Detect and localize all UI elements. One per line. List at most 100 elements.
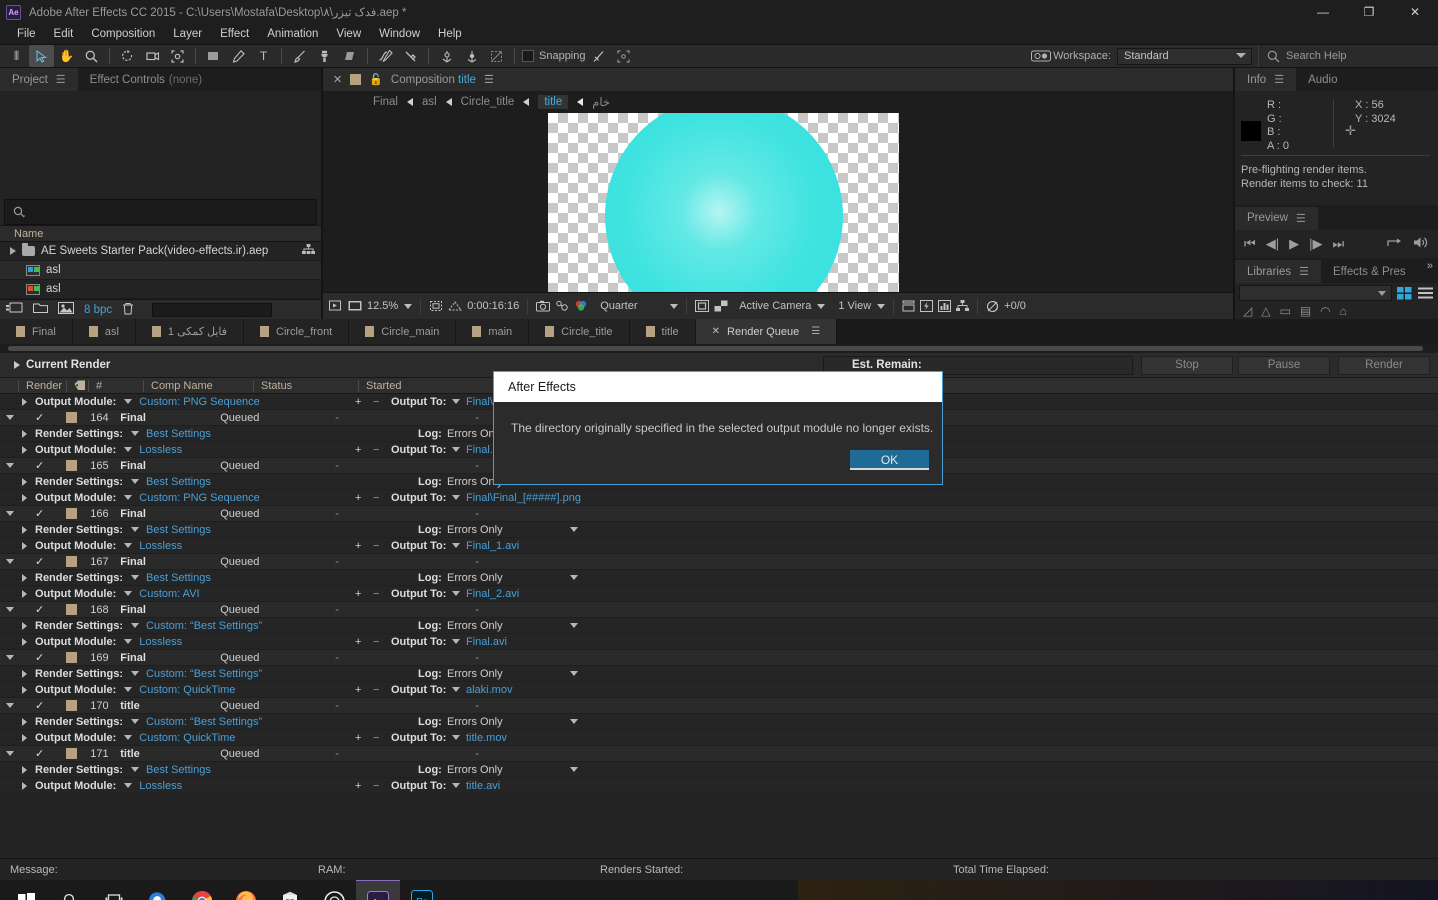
breadcrumb-item-final[interactable]: Final bbox=[373, 96, 398, 108]
first-frame-icon[interactable]: ⏮ bbox=[1244, 236, 1256, 252]
project-column-header[interactable]: Name bbox=[0, 225, 321, 242]
render-settings-value[interactable]: Custom: “Best Settings” bbox=[146, 620, 262, 632]
tab-info[interactable]: Info ☰ bbox=[1235, 68, 1297, 91]
render-checkbox[interactable]: ✓ bbox=[35, 747, 44, 760]
render-settings-value[interactable]: Best Settings bbox=[146, 764, 211, 776]
disclosure-triangle-icon[interactable] bbox=[22, 493, 27, 502]
disclosure-triangle-icon[interactable] bbox=[22, 573, 27, 582]
views-select[interactable]: 1 View bbox=[838, 300, 886, 312]
tab-main[interactable]: main bbox=[456, 319, 530, 344]
render-queue-comp-row[interactable]: ✓ 168 Final Queued - - bbox=[0, 602, 1438, 618]
snap-arrow-icon[interactable] bbox=[586, 45, 611, 67]
chevron-down-icon[interactable] bbox=[452, 591, 460, 596]
render-settings-value[interactable]: Custom: “Best Settings” bbox=[146, 668, 262, 680]
play-icon[interactable]: ▶ bbox=[1289, 236, 1299, 252]
shape-icon-1[interactable]: ◿ bbox=[1243, 304, 1252, 318]
panel-menu-icon[interactable]: ☰ bbox=[811, 326, 820, 337]
disclosure-triangle-icon[interactable] bbox=[22, 733, 27, 742]
overflow-chevron-icon[interactable]: » bbox=[1427, 260, 1438, 283]
render-queue-comp-row[interactable]: ✓ 167 Final Queued - - bbox=[0, 554, 1438, 570]
chevron-down-icon[interactable] bbox=[570, 575, 578, 580]
last-frame-icon[interactable]: ⏭ bbox=[1332, 236, 1344, 252]
remove-output-icon[interactable]: − bbox=[373, 732, 379, 744]
tab-title[interactable]: title bbox=[629, 319, 696, 344]
eraser-tool-icon[interactable] bbox=[337, 45, 362, 67]
disclosure-triangle-icon[interactable] bbox=[22, 589, 27, 598]
render-queue-output-row[interactable]: Output Module: Lossless + − Output To: title.… bbox=[0, 778, 1438, 794]
pen-tool-icon[interactable] bbox=[226, 45, 251, 67]
render-queue-output-row[interactable]: Output Module: Lossless + − Output To: Final_… bbox=[0, 538, 1438, 554]
tab-project[interactable]: Project ☰ bbox=[0, 68, 78, 91]
chrome-icon[interactable] bbox=[180, 880, 224, 900]
panel-menu-icon[interactable]: ☰ bbox=[56, 73, 66, 86]
search-help-field[interactable]: Search Help bbox=[1258, 45, 1438, 67]
render-queue-comp-row[interactable]: ✓ 166 Final Queued - - bbox=[0, 506, 1438, 522]
render-button[interactable]: Render bbox=[1338, 356, 1430, 375]
reset-exposure-icon[interactable] bbox=[986, 300, 999, 313]
disclosure-triangle-icon[interactable] bbox=[6, 463, 14, 468]
col-started[interactable]: Started bbox=[358, 379, 493, 392]
task-view-icon[interactable] bbox=[92, 880, 136, 900]
selection-tool-icon[interactable] bbox=[29, 45, 54, 67]
panel-menu-icon[interactable]: ☰ bbox=[1299, 265, 1309, 278]
menu-file[interactable]: File bbox=[8, 24, 45, 44]
chevron-down-icon[interactable] bbox=[452, 687, 460, 692]
snapping-checkbox[interactable] bbox=[522, 50, 534, 62]
render-checkbox[interactable]: ✓ bbox=[35, 603, 44, 616]
pixel-aspect-correction-icon[interactable] bbox=[902, 300, 915, 312]
project-item-folder[interactable]: AE Sweets Starter Pack(video-effects.ir)… bbox=[0, 242, 321, 261]
disclosure-triangle-icon[interactable] bbox=[22, 445, 27, 454]
list-view-icon[interactable] bbox=[1417, 286, 1434, 301]
menu-layer[interactable]: Layer bbox=[164, 24, 211, 44]
disclosure-triangle-icon[interactable] bbox=[22, 541, 27, 550]
render-queue-settings-row[interactable]: Render Settings: Best Settings Log: Errors … bbox=[0, 570, 1438, 586]
shape-icon-2[interactable]: △ bbox=[1261, 304, 1270, 318]
previous-frame-icon[interactable]: ◀| bbox=[1266, 236, 1279, 252]
breadcrumb-item-title[interactable]: title bbox=[538, 95, 569, 109]
output-path-value[interactable]: title.avi bbox=[466, 780, 500, 792]
toggle-transparency-grid-icon[interactable] bbox=[714, 300, 728, 312]
color-depth-label[interactable]: 8 bpc bbox=[84, 304, 112, 316]
col-render[interactable]: Render bbox=[18, 379, 66, 392]
show-snapshot-icon[interactable] bbox=[555, 300, 569, 312]
output-module-value[interactable]: Custom: QuickTime bbox=[139, 732, 235, 744]
add-output-icon[interactable]: + bbox=[355, 444, 361, 456]
output-path-value[interactable]: Final.avi bbox=[466, 636, 507, 648]
grip-handle[interactable]: ⦀ bbox=[4, 45, 29, 67]
anchor-point-alt-icon[interactable] bbox=[459, 45, 484, 67]
add-output-icon[interactable]: + bbox=[355, 396, 361, 408]
chevron-down-icon[interactable] bbox=[131, 479, 140, 484]
panel-menu-icon[interactable]: ☰ bbox=[1296, 212, 1306, 225]
render-queue-settings-row[interactable]: Render Settings: Custom: “Best Settings” L… bbox=[0, 714, 1438, 730]
render-queue-output-row[interactable]: Output Module: Custom: QuickTime + − Output … bbox=[0, 730, 1438, 746]
chevron-down-icon[interactable] bbox=[131, 575, 140, 580]
render-checkbox[interactable]: ✓ bbox=[35, 507, 44, 520]
maximize-button[interactable]: ❐ bbox=[1346, 0, 1392, 24]
render-queue-comp-row[interactable]: ✓ 171 title Queued - - bbox=[0, 746, 1438, 762]
breadcrumb-item-asl[interactable]: asl bbox=[422, 96, 437, 108]
remove-output-icon[interactable]: − bbox=[373, 684, 379, 696]
col-number[interactable]: # bbox=[88, 379, 143, 392]
breadcrumb-item-circle-title[interactable]: Circle_title bbox=[461, 96, 515, 108]
chevron-down-icon[interactable] bbox=[452, 639, 460, 644]
disclosure-triangle-icon[interactable] bbox=[22, 429, 27, 438]
edge-icon[interactable] bbox=[136, 880, 180, 900]
chevron-down-icon[interactable] bbox=[570, 719, 578, 724]
shape-icon-3[interactable]: ▭ bbox=[1279, 304, 1290, 318]
menu-effect[interactable]: Effect bbox=[211, 24, 258, 44]
disclosure-triangle-icon[interactable] bbox=[22, 765, 27, 774]
rectangle-tool-icon[interactable] bbox=[201, 45, 226, 67]
menu-edit[interactable]: Edit bbox=[45, 24, 83, 44]
scrollbar-thumb[interactable] bbox=[8, 346, 1423, 351]
disclosure-triangle-icon[interactable] bbox=[22, 781, 27, 790]
region-of-interest-icon[interactable] bbox=[429, 300, 443, 313]
remove-output-icon[interactable]: − bbox=[373, 492, 379, 504]
chevron-down-icon[interactable] bbox=[452, 447, 460, 452]
new-folder-icon[interactable] bbox=[33, 302, 48, 317]
mask-transform-icon[interactable] bbox=[484, 45, 509, 67]
panel-menu-icon[interactable]: ☰ bbox=[484, 73, 494, 86]
log-value[interactable]: Errors Only bbox=[447, 620, 503, 632]
always-preview-icon[interactable] bbox=[329, 300, 343, 313]
add-output-icon[interactable]: + bbox=[355, 780, 361, 792]
disclosure-triangle-icon[interactable] bbox=[6, 511, 14, 516]
